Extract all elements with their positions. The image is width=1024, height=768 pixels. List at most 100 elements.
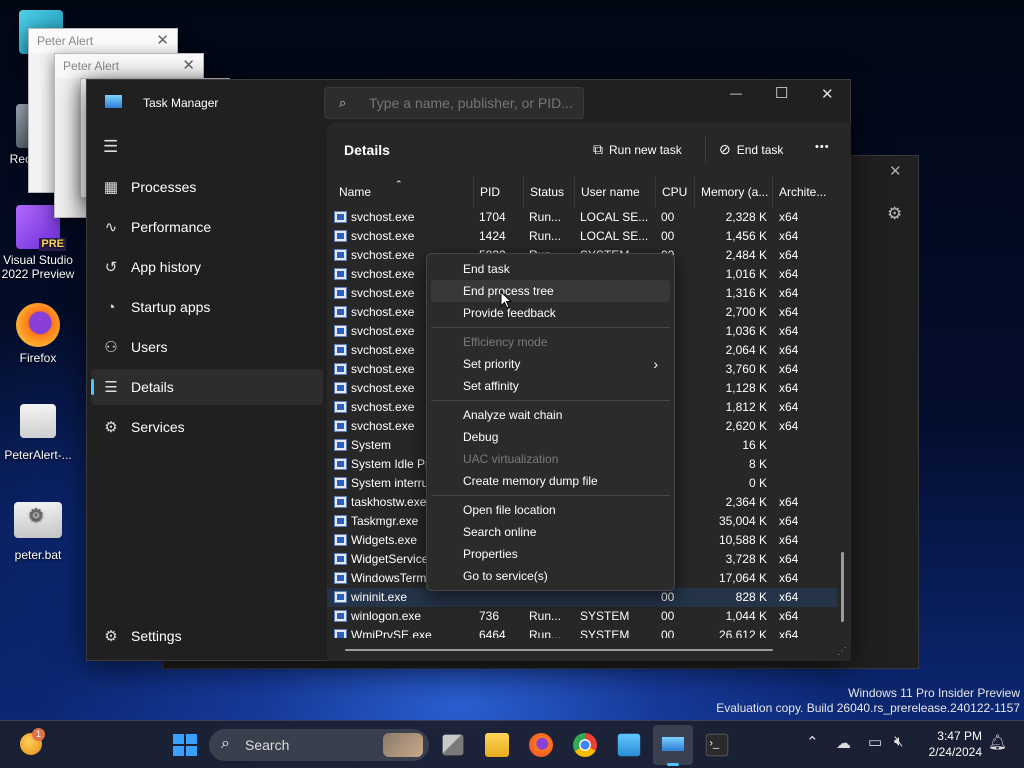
horizontal-scrollbar[interactable] <box>345 649 773 651</box>
notification-bell-icon[interactable]: 🔔︎ <box>988 733 1007 751</box>
sidebar-item-processes[interactable]: ▦ Processes <box>91 169 323 205</box>
gear-icon[interactable]: ⚙ <box>887 204 902 224</box>
close-icon[interactable]: ✕ <box>182 54 195 78</box>
hamburger-icon[interactable]: ☰ <box>103 137 118 157</box>
desktop-icon-label: Firefox <box>19 351 57 365</box>
column-header-pid[interactable]: PID <box>473 176 523 208</box>
column-header-architecture[interactable]: Archite... <box>772 176 832 208</box>
widgets-icon[interactable]: 1 <box>20 728 45 755</box>
cell-memory: 3,760 K <box>725 362 767 376</box>
menu-item-debug[interactable]: Debug <box>431 426 670 448</box>
desktop-icon-peter-bat[interactable]: ⚙ peter.bat <box>1 502 75 562</box>
menu-item-open-file-location[interactable]: Open file location <box>431 499 670 521</box>
taskbar: 1 ⌕ Search ›_ ⌃ ☁ ▭ 🔇︎ 3:47 PM 2/24/2024… <box>0 720 1024 768</box>
onedrive-icon[interactable]: ☁ <box>836 734 851 752</box>
column-header-memory[interactable]: Memory (a... <box>694 176 772 208</box>
menu-item-analyze-wait-chain[interactable]: Analyze wait chain <box>431 404 670 426</box>
search-box[interactable]: ⌕ <box>324 87 584 119</box>
column-header-status[interactable]: Status <box>523 176 574 208</box>
process-icon <box>334 515 347 527</box>
menu-item-end-task[interactable]: End task <box>431 258 670 280</box>
cell-status: Run... <box>529 210 562 224</box>
more-options-button[interactable]: ••• <box>815 141 830 153</box>
clock[interactable]: 3:47 PM 2/24/2024 <box>922 728 982 760</box>
taskbar-search-label: Search <box>245 737 290 753</box>
menu-item-uac-virtualization: UAC virtualization <box>431 448 670 470</box>
table-row[interactable]: svchost.exe 1704 Run... LOCAL SE... 00 2,328 … <box>327 208 837 227</box>
resize-grip-icon[interactable]: ⋰ <box>837 646 847 657</box>
active-indicator <box>667 763 679 766</box>
file-explorer-icon[interactable] <box>485 733 509 757</box>
sidebar-item-users[interactable]: ⚇ Users <box>91 329 323 365</box>
minimize-button[interactable]: — <box>730 86 742 100</box>
menu-item-label: Analyze wait chain <box>463 408 563 422</box>
cell-user: SYSTEM <box>580 609 630 623</box>
clock-time: 3:47 PM <box>937 729 982 743</box>
table-row[interactable]: winlogon.exe 736 Run... SYSTEM 00 1,044 K x64 <box>327 607 837 626</box>
network-icon[interactable]: ▭ <box>868 733 882 751</box>
menu-item-properties[interactable]: Properties <box>431 543 670 565</box>
sidebar-item-settings[interactable]: ⚙ Settings <box>91 618 323 654</box>
cell-name: winlogon.exe <box>351 609 422 623</box>
task-view-icon[interactable] <box>442 734 464 756</box>
sidebar-item-label: Performance <box>131 219 212 235</box>
firefox-icon[interactable] <box>529 733 553 757</box>
processes-icon: ▦ <box>103 179 119 196</box>
sidebar-item-label: Startup apps <box>131 299 211 315</box>
column-header-name[interactable]: Name ⌃ <box>327 176 474 208</box>
run-new-task-button[interactable]: ⧉ Run new task <box>593 138 682 160</box>
menu-item-go-to-service-s[interactable]: Go to service(s) <box>431 565 670 587</box>
notepad-icon[interactable] <box>617 733 641 757</box>
column-header-cpu[interactable]: CPU <box>655 176 694 208</box>
sidebar-item-app-history[interactable]: ↺ App history <box>91 249 323 285</box>
start-button[interactable] <box>168 729 200 761</box>
process-icon <box>334 401 347 413</box>
column-headers: Name ⌃ PID Status User name CPU Memory (a… <box>327 176 851 208</box>
window-title: Task Manager <box>143 96 219 110</box>
column-header-user[interactable]: User name <box>574 176 651 208</box>
menu-item-create-memory-dump-file[interactable]: Create memory dump file <box>431 470 670 492</box>
cell-architecture: x64 <box>779 248 799 262</box>
menu-item-efficiency-mode: Efficiency mode <box>431 331 670 353</box>
cell-memory: 2,328 K <box>725 210 767 224</box>
cell-architecture: x64 <box>779 305 799 319</box>
details-icon: ☰ <box>104 379 118 396</box>
vertical-scrollbar[interactable] <box>841 552 844 622</box>
menu-item-set-affinity[interactable]: Set affinity <box>431 375 670 397</box>
cell-memory: 8 K <box>748 457 767 471</box>
sidebar-item-performance[interactable]: ∿ Performance <box>91 209 323 245</box>
menu-item-search-online[interactable]: Search online <box>431 521 670 543</box>
desktop-icon-firefox[interactable]: Firefox <box>1 303 75 365</box>
cell-memory: 2,364 K <box>725 495 767 509</box>
chrome-icon[interactable] <box>573 733 597 757</box>
cell-architecture <box>779 455 829 474</box>
cell-user: SYSTEM <box>580 628 630 638</box>
search-input[interactable] <box>369 94 575 112</box>
desktop-icon-label: PeterAlert-... <box>4 448 72 462</box>
sidebar-item-details[interactable]: ☰ Details <box>91 369 323 405</box>
task-manager-taskbar-icon[interactable] <box>653 725 693 766</box>
close-icon[interactable]: ✕ <box>889 162 902 180</box>
desktop-icon-peteralert[interactable]: PeterAlert-... <box>1 404 75 462</box>
menu-item-set-priority[interactable]: Set priority › <box>431 353 670 375</box>
desktop-icon-label: peter.bat <box>14 548 62 562</box>
close-icon[interactable]: ✕ <box>156 29 169 53</box>
sidebar-item-startup-apps[interactable]: ◔ Startup apps <box>91 289 323 325</box>
end-task-button[interactable]: ⊘ End task <box>719 138 783 160</box>
sidebar-item-services[interactable]: ⚙ Services <box>91 409 323 445</box>
maximize-button[interactable]: ☐ <box>775 84 788 102</box>
cell-status: Run... <box>529 609 562 623</box>
startup-apps-icon: ◔ <box>106 298 116 316</box>
menu-item-end-process-tree[interactable]: End process tree <box>431 280 670 302</box>
close-button[interactable]: ✕ <box>821 85 834 103</box>
menu-item-provide-feedback[interactable]: Provide feedback <box>431 302 670 324</box>
table-row[interactable]: svchost.exe 1424 Run... LOCAL SE... 00 1,456 … <box>327 227 837 246</box>
volume-muted-icon[interactable]: 🔇︎ <box>894 733 903 750</box>
table-row[interactable]: WmiPrvSE.exe 6464 Run... SYSTEM 00 26,612 K x6… <box>327 626 837 638</box>
cell-architecture: x64 <box>779 286 799 300</box>
cell-architecture: x64 <box>779 533 799 547</box>
taskbar-search-box[interactable]: ⌕ Search <box>209 729 429 761</box>
alert-title-bar: Peter Alert ✕ <box>29 29 177 53</box>
terminal-icon[interactable]: ›_ <box>705 733 729 757</box>
chevron-up-icon[interactable]: ⌃ <box>806 733 819 751</box>
